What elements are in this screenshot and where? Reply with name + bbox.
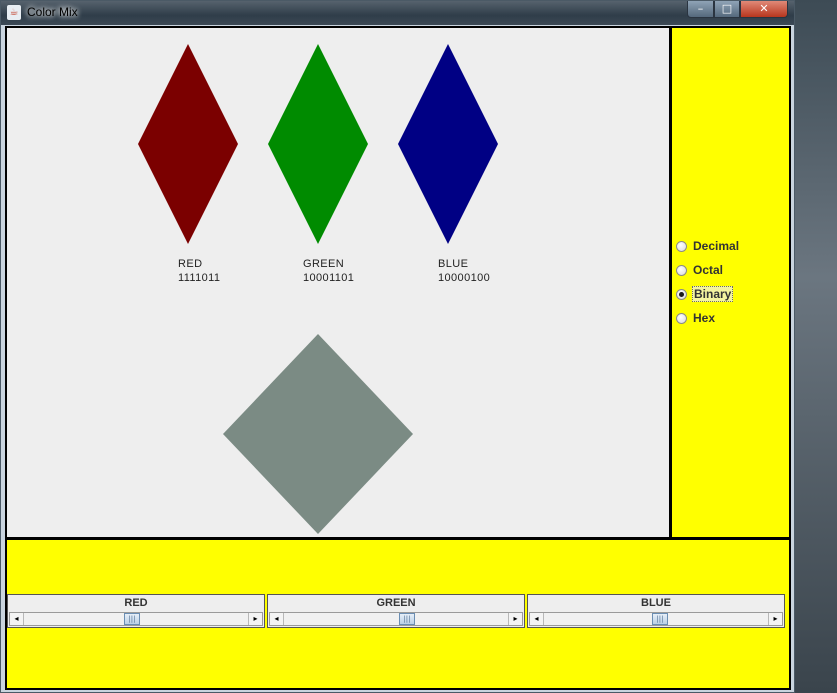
green-slider-group: GREEN ◂ ||| ▸ — [267, 594, 525, 628]
red-slider-title: RED — [124, 597, 148, 609]
red-scroll-left-arrow-icon[interactable]: ◂ — [10, 613, 24, 625]
content-pane: RED 1111011 GREEN 10001101 BLUE 10000100… — [5, 26, 791, 690]
green-scroll-right-arrow-icon[interactable]: ▸ — [508, 613, 522, 625]
blue-channel-caption: BLUE 10000100 — [438, 257, 490, 285]
blue-slider-title: BLUE — [641, 597, 671, 609]
radio-binary-label[interactable]: Binary — [692, 286, 734, 302]
green-channel-value: 10001101 — [303, 272, 355, 284]
blue-diamond — [398, 44, 498, 244]
title-bar[interactable]: ☕ Color Mix – □ ✕ — [1, 1, 794, 25]
radio-hex-circle[interactable] — [676, 312, 687, 324]
maximize-button[interactable]: □ — [714, 1, 740, 18]
radio-binary-circle[interactable] — [676, 288, 687, 300]
green-scroll-left-arrow-icon[interactable]: ◂ — [270, 613, 284, 625]
green-scroll-thumb[interactable]: ||| — [399, 613, 415, 625]
red-slider-group: RED ◂ ||| ▸ — [7, 594, 265, 628]
number-format-panel: Decimal Octal Binary Hex — [672, 28, 789, 537]
blue-channel-name: BLUE — [438, 258, 469, 270]
radio-decimal-label[interactable]: Decimal — [692, 239, 740, 253]
radio-decimal-circle[interactable] — [676, 240, 687, 252]
red-scroll-right-arrow-icon[interactable]: ▸ — [248, 613, 262, 625]
radio-hex-label[interactable]: Hex — [692, 311, 716, 325]
blue-scroll-right-arrow-icon[interactable]: ▸ — [768, 613, 782, 625]
green-channel-name: GREEN — [303, 258, 345, 270]
java-cup-icon: ☕ — [7, 5, 21, 20]
window-title: Color Mix — [27, 5, 78, 19]
blue-scrollbar[interactable]: ◂ ||| ▸ — [529, 612, 783, 626]
blue-slider-group: BLUE ◂ ||| ▸ — [527, 594, 785, 628]
blue-scroll-left-arrow-icon[interactable]: ◂ — [530, 613, 544, 625]
green-diamond — [268, 44, 368, 244]
red-scroll-thumb[interactable]: ||| — [124, 613, 140, 625]
mixed-color-diamond — [223, 334, 413, 534]
red-channel-name: RED — [178, 258, 203, 270]
red-scrollbar[interactable]: ◂ ||| ▸ — [9, 612, 263, 626]
radio-decimal[interactable]: Decimal — [676, 237, 740, 255]
radio-octal-circle[interactable] — [676, 264, 687, 276]
green-scrollbar[interactable]: ◂ ||| ▸ — [269, 612, 523, 626]
red-diamond — [138, 44, 238, 244]
radio-hex[interactable]: Hex — [676, 309, 716, 327]
slider-panel: RED ◂ ||| ▸ GREEN ◂ ||| ▸ BLUE ◂ ||| ▸ — [7, 540, 789, 688]
drawing-canvas: RED 1111011 GREEN 10001101 BLUE 10000100 — [7, 28, 669, 537]
red-channel-caption: RED 1111011 — [178, 257, 220, 285]
green-channel-caption: GREEN 10001101 — [303, 257, 354, 285]
blue-scroll-thumb[interactable]: ||| — [652, 613, 668, 625]
red-channel-value: 1111011 — [178, 272, 221, 284]
radio-binary[interactable]: Binary — [676, 285, 734, 303]
green-slider-title: GREEN — [376, 597, 416, 609]
close-button[interactable]: ✕ — [740, 1, 788, 18]
blue-channel-value: 10000100 — [438, 272, 491, 284]
radio-octal[interactable]: Octal — [676, 261, 724, 279]
radio-octal-label[interactable]: Octal — [692, 263, 724, 277]
color-mix-window: ☕ Color Mix – □ ✕ RED 1111011 GREEN 1000… — [0, 0, 795, 693]
minimize-button[interactable]: – — [687, 1, 714, 18]
